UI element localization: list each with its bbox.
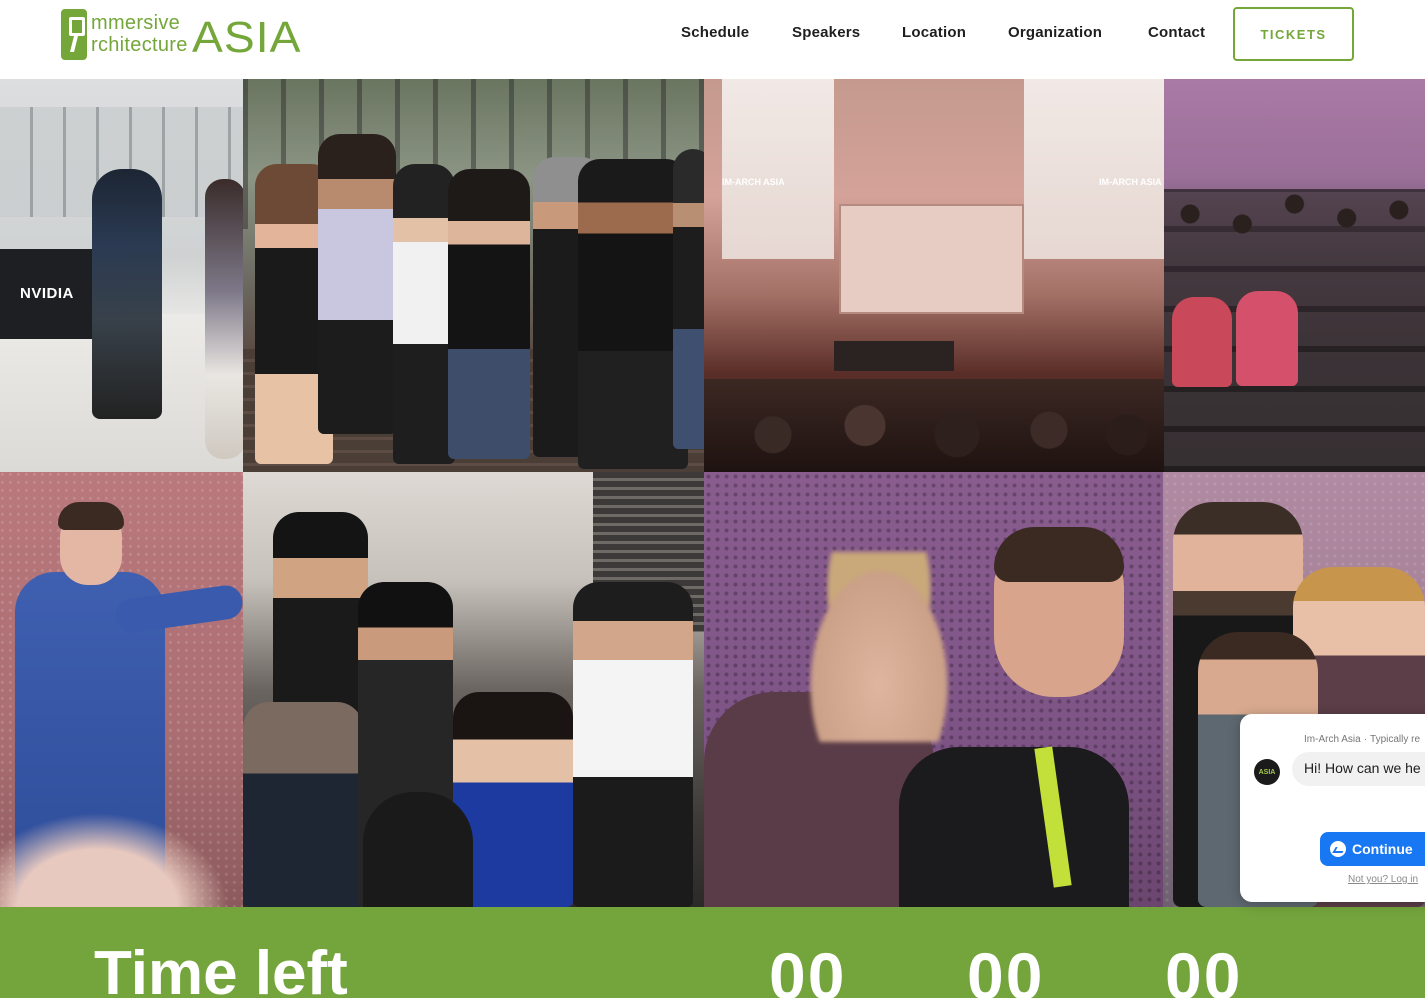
photo-networking: [243, 472, 704, 907]
photo-nvidia-booth: NVIDIA: [0, 79, 243, 472]
chat-avatar: ASIA: [1254, 759, 1280, 785]
photo-two-men-laughing: [704, 472, 1163, 907]
countdown-value-2: 00: [967, 939, 1045, 998]
screen-label-left: IM-ARCH ASIA: [722, 177, 785, 187]
photo-auditorium-stage: IM-ARCH ASIA IM-ARCH ASIA: [704, 79, 1164, 472]
nav-contact[interactable]: Contact: [1148, 24, 1205, 41]
nav-schedule[interactable]: Schedule: [681, 24, 749, 41]
countdown-value-3: 00: [1165, 939, 1243, 998]
logo-asia-text: ASIA: [192, 13, 302, 62]
nav-location[interactable]: Location: [902, 24, 966, 41]
messenger-icon: [1330, 841, 1346, 857]
countdown-band: Time left 00 00 00: [0, 907, 1425, 998]
chat-message-bubble: Hi! How can we he: [1292, 752, 1425, 786]
photo-gallery: NVIDIA IM-ARCH ASIA IM-ARCH ASIA: [0, 79, 1425, 907]
site-logo[interactable]: mmersive rchitecture ASIA: [61, 8, 300, 62]
countdown-title: Time left: [94, 939, 348, 998]
messenger-chat-widget[interactable]: Im-Arch Asia · Typically re ASIA Hi! How c…: [1240, 714, 1425, 902]
logo-text-line1: mmersive: [91, 12, 181, 34]
tickets-button[interactable]: TICKETS: [1233, 7, 1354, 61]
chat-login-link[interactable]: Not you? Log in: [1348, 874, 1418, 885]
photo-audience: [1164, 79, 1425, 472]
logo-mark-icon: [61, 9, 87, 60]
chat-avatar-logo: ASIA: [1258, 768, 1276, 776]
chat-page-name: Im-Arch Asia: [1304, 734, 1361, 745]
countdown-value-1: 00: [769, 939, 847, 998]
logo-text-line2: rchitecture: [91, 34, 188, 56]
nav-organization[interactable]: Organization: [1008, 24, 1102, 41]
chat-reply-status: Typically re: [1370, 734, 1421, 745]
photo-speaker: [0, 472, 243, 907]
chat-continue-label: Continue: [1352, 841, 1413, 857]
nav-speakers[interactable]: Speakers: [792, 24, 860, 41]
chat-header: Im-Arch Asia · Typically re: [1304, 734, 1421, 745]
photo-attendees-corridor: [243, 79, 704, 472]
nvidia-sign: NVIDIA: [20, 285, 74, 302]
screen-label-right: IM-ARCH ASIA: [1099, 177, 1162, 187]
chat-continue-button[interactable]: Continue: [1320, 832, 1425, 866]
site-header: mmersive rchitecture ASIA Schedule Speak…: [0, 0, 1425, 79]
